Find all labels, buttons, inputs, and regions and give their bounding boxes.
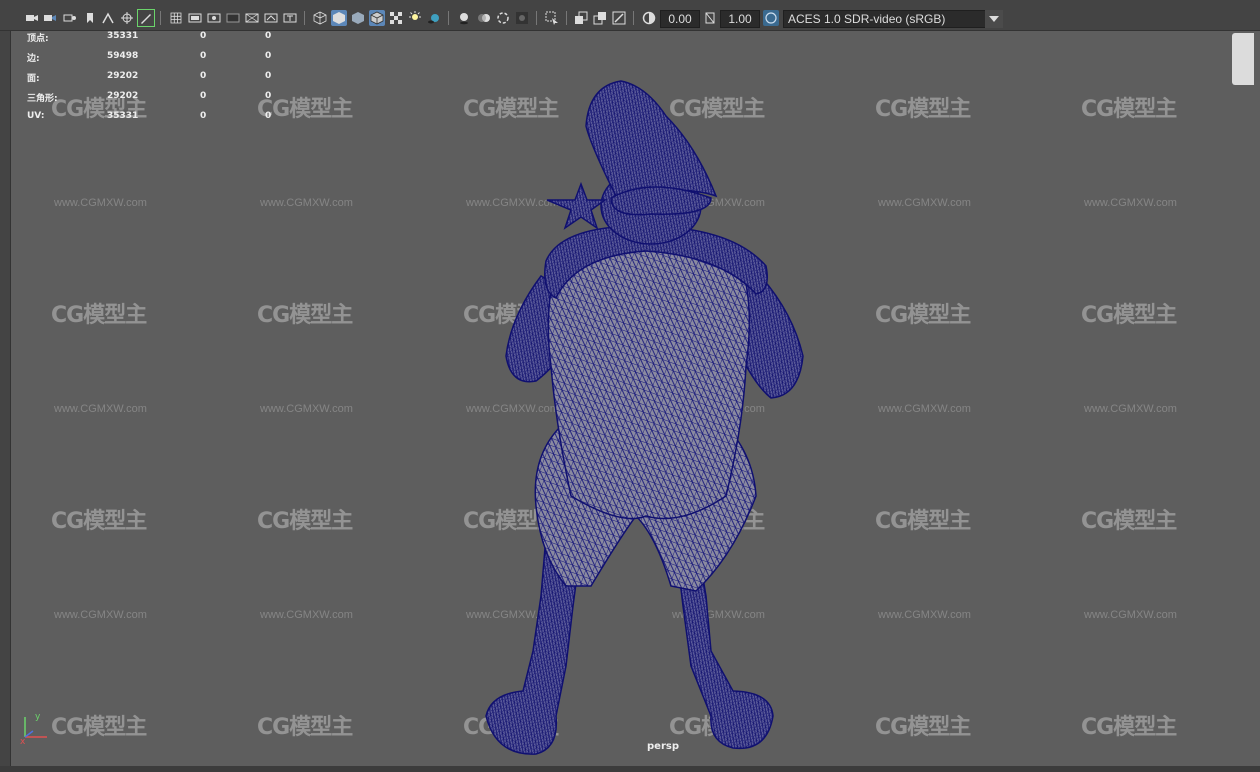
side-panel-tab[interactable] xyxy=(1232,33,1254,85)
exposure-input[interactable]: 0.00 xyxy=(660,10,700,28)
color-management-icon[interactable] xyxy=(763,10,779,26)
toolbar-separator xyxy=(304,11,305,25)
anti-aliasing-icon[interactable] xyxy=(495,10,511,26)
watermark-logo: CG模型主 xyxy=(257,303,353,328)
watermark-logo: CG模型主 xyxy=(51,303,147,328)
grid-icon[interactable] xyxy=(168,10,184,26)
watermark-logo: CG模型主 xyxy=(257,715,353,740)
gamma-icon[interactable] xyxy=(702,10,718,26)
watermark-logo: CG模型主 xyxy=(1081,97,1177,122)
watermark-logo: CG模型主 xyxy=(51,509,147,534)
color-space-select[interactable]: ACES 1.0 SDR-video (sRGB) xyxy=(783,10,987,28)
image-plane-icon[interactable] xyxy=(100,10,116,26)
camera-bookmark-icon[interactable] xyxy=(62,10,78,26)
watermark-logo: CG模型主 xyxy=(51,715,147,740)
safe-title-icon[interactable] xyxy=(282,10,298,26)
left-tool-strip xyxy=(0,31,11,772)
bookmark-icon[interactable] xyxy=(82,10,98,26)
watermark-logo: CG模型主 xyxy=(875,509,971,534)
smooth-shade-icon[interactable] xyxy=(331,10,347,26)
toolbar-separator xyxy=(633,11,634,25)
watermark-url: www.CGMXW.com xyxy=(1084,403,1177,415)
isolate-select-icon[interactable] xyxy=(544,10,560,26)
axis-x-label: x xyxy=(20,737,26,745)
toolbar-separator xyxy=(566,11,567,25)
gate-mask-icon[interactable] xyxy=(225,10,241,26)
grease-pencil-icon[interactable] xyxy=(137,9,155,27)
watermark-logo: CG模型主 xyxy=(875,715,971,740)
2d-pan-zoom-icon[interactable] xyxy=(119,10,135,26)
watermark-url: www.CGMXW.com xyxy=(878,609,971,621)
toolbar-separator xyxy=(536,11,537,25)
gamma-input[interactable]: 1.00 xyxy=(720,10,760,28)
wireframe-icon[interactable] xyxy=(312,10,328,26)
safe-action-icon[interactable] xyxy=(263,10,279,26)
timeline-strip xyxy=(0,766,1260,772)
watermark-url: www.CGMXW.com xyxy=(260,197,353,209)
xray-icon[interactable] xyxy=(573,10,589,26)
axis-gizmo: y x xyxy=(20,712,47,745)
axis-y-label: y xyxy=(35,712,41,722)
watermark-logo: CG模型主 xyxy=(875,303,971,328)
watermark-url: www.CGMXW.com xyxy=(54,609,147,621)
wireframe-on-shaded-icon[interactable] xyxy=(369,10,385,26)
default-material-icon[interactable] xyxy=(350,10,366,26)
watermark-url: www.CGMXW.com xyxy=(54,403,147,415)
viewport-toolbar: 0.00 1.00 ACES 1.0 SDR-video (sRGB) xyxy=(0,6,1260,31)
watermark-url: www.CGMXW.com xyxy=(1084,197,1177,209)
depth-of-field-icon[interactable] xyxy=(514,10,530,26)
watermark-url: www.CGMXW.com xyxy=(260,403,353,415)
camera-icon[interactable] xyxy=(24,10,40,26)
xray-active-components-icon[interactable] xyxy=(592,10,608,26)
character-mesh[interactable] xyxy=(471,66,831,766)
camera-attributes-icon[interactable] xyxy=(42,10,58,26)
toolbar-separator xyxy=(160,11,161,25)
shadows-icon[interactable] xyxy=(426,10,442,26)
watermark-logo: CG模型主 xyxy=(1081,509,1177,534)
motion-blur-icon[interactable] xyxy=(476,10,492,26)
toolbar-separator xyxy=(448,11,449,25)
resolution-gate-icon[interactable] xyxy=(206,10,222,26)
watermark-url: www.CGMXW.com xyxy=(878,197,971,209)
watermark-url: www.CGMXW.com xyxy=(54,197,147,209)
watermark-logo: CG模型主 xyxy=(257,97,353,122)
use-all-lights-icon[interactable] xyxy=(407,10,423,26)
camera-label: persp xyxy=(647,741,679,752)
watermark-url: www.CGMXW.com xyxy=(1084,609,1177,621)
watermark-logo: CG模型主 xyxy=(875,97,971,122)
film-gate-icon[interactable] xyxy=(187,10,203,26)
exposure-icon[interactable] xyxy=(641,10,657,26)
xray-joints-icon[interactable] xyxy=(611,10,627,26)
watermark-logo: CG模型主 xyxy=(1081,715,1177,740)
watermark-logo: CG模型主 xyxy=(257,509,353,534)
watermark-url: www.CGMXW.com xyxy=(260,609,353,621)
screen-space-ao-icon[interactable] xyxy=(456,10,472,26)
watermark-url: www.CGMXW.com xyxy=(878,403,971,415)
watermark-logo: CG模型主 xyxy=(1081,303,1177,328)
3d-viewport[interactable]: CG模型主 CG模型主 CG模型主 CG模型主 CG模型主 CG模型主 CG模型主 CG模型主… xyxy=(11,31,1260,772)
field-chart-icon[interactable] xyxy=(244,10,260,26)
chevron-down-icon[interactable] xyxy=(985,10,1003,28)
textured-icon[interactable] xyxy=(388,10,404,26)
